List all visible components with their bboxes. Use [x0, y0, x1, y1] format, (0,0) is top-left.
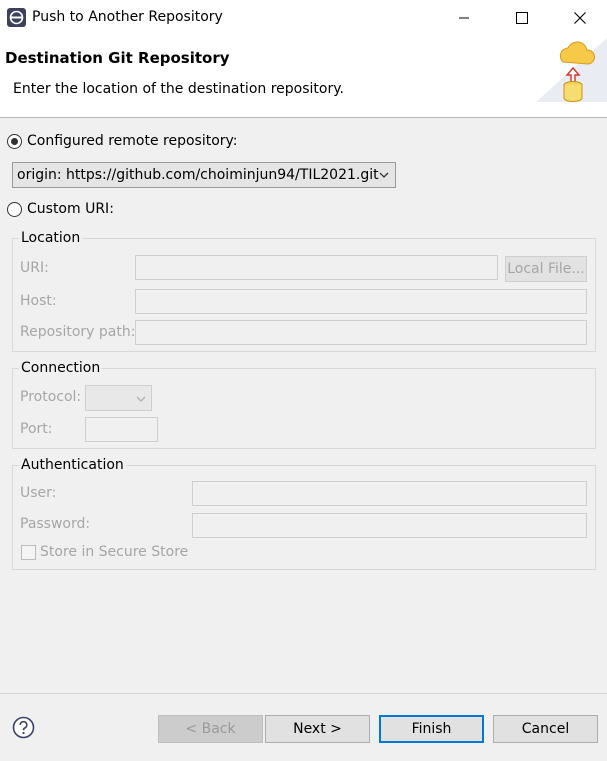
next-button[interactable]: Next > [265, 715, 370, 743]
configured-remote-label: Configured remote repository: [27, 133, 238, 149]
cancel-button[interactable]: Cancel [493, 715, 598, 743]
remote-select-value: origin: https://github.com/choiminjun94/… [17, 167, 379, 183]
finish-button[interactable]: Finish [379, 715, 484, 743]
user-label: User: [20, 485, 57, 501]
authentication-group-title: Authentication [19, 457, 126, 473]
maximize-icon [516, 12, 528, 24]
page-title: Destination Git Repository [5, 49, 230, 67]
uri-input[interactable] [135, 255, 498, 280]
location-group-title: Location [19, 230, 83, 246]
help-icon[interactable] [12, 716, 35, 739]
store-secure-label: Store in Secure Store [40, 544, 189, 560]
connection-group-title: Connection [19, 360, 103, 376]
uri-label: URI: [20, 260, 49, 276]
custom-uri-label: Custom URI: [27, 201, 114, 217]
password-label: Password: [20, 516, 91, 532]
configured-remote-radio[interactable] [7, 134, 22, 149]
local-file-button[interactable]: Local File... [505, 256, 587, 282]
repository-path-input[interactable] [135, 320, 587, 345]
git-push-wizard-icon [536, 38, 607, 102]
wizard-header: Destination Git Repository Enter the loc… [0, 36, 607, 118]
close-button[interactable] [557, 0, 603, 36]
custom-uri-radio[interactable] [7, 202, 22, 217]
chevron-down-icon [136, 396, 146, 402]
back-button[interactable]: < Back [158, 715, 263, 743]
protocol-label: Protocol: [20, 389, 82, 405]
port-input[interactable] [85, 417, 158, 442]
protocol-select[interactable] [85, 385, 152, 411]
window-title: Push to Another Repository [32, 9, 223, 25]
footer-divider [0, 693, 607, 694]
remote-select[interactable]: origin: https://github.com/choiminjun94/… [12, 162, 396, 188]
store-secure-checkbox[interactable] [21, 545, 36, 560]
port-label: Port: [20, 421, 53, 437]
eclipse-app-icon [7, 8, 26, 27]
title-bar: Push to Another Repository [0, 0, 607, 36]
minimize-icon [459, 17, 469, 19]
chevron-down-icon [379, 172, 389, 178]
page-description: Enter the location of the destination re… [13, 81, 344, 97]
password-input[interactable] [192, 513, 587, 538]
maximize-button[interactable] [499, 0, 545, 36]
close-icon [574, 12, 586, 24]
host-label: Host: [20, 293, 57, 309]
user-input[interactable] [192, 481, 587, 506]
repository-path-label: Repository path: [20, 324, 136, 340]
minimize-button[interactable] [441, 0, 487, 36]
host-input[interactable] [135, 289, 587, 314]
